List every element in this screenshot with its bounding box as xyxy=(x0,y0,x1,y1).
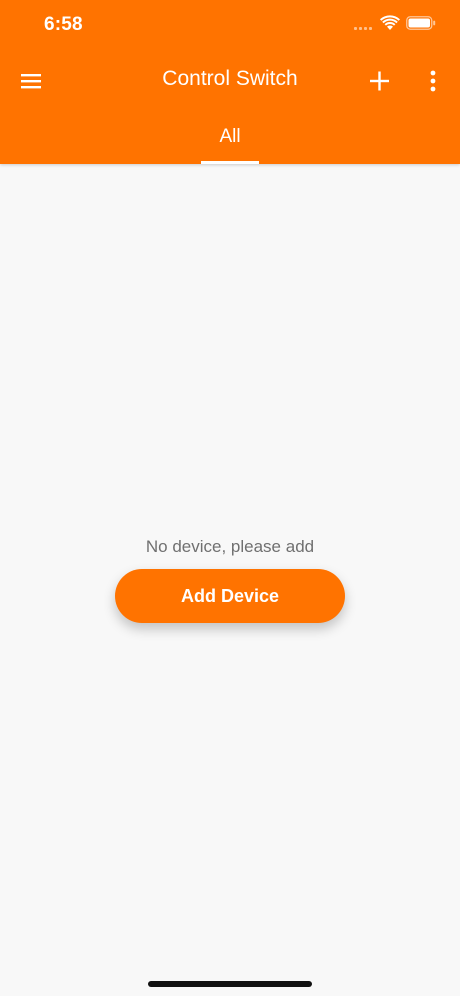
empty-state-message: No device, please add xyxy=(145,537,315,556)
more-icon[interactable] xyxy=(420,67,446,95)
toolbar: Control Switch xyxy=(0,56,460,106)
wifi-icon xyxy=(380,15,400,30)
tab-bar: All xyxy=(0,118,460,164)
status-time: 6:58 xyxy=(44,14,83,35)
status-bar: 6:58 xyxy=(0,0,460,50)
tab-label: All xyxy=(219,126,241,147)
add-icon[interactable] xyxy=(366,67,394,95)
tab-all[interactable]: All xyxy=(201,118,259,164)
app-header: 6:58 Control Switch All xyxy=(0,0,460,164)
tab-indicator xyxy=(201,161,259,164)
empty-state: No device, please add xyxy=(0,536,460,558)
home-indicator xyxy=(148,981,312,987)
add-device-button[interactable]: Add Device xyxy=(115,569,345,623)
signal-icon xyxy=(354,27,372,30)
menu-icon[interactable] xyxy=(18,67,46,95)
battery-icon xyxy=(406,16,436,30)
